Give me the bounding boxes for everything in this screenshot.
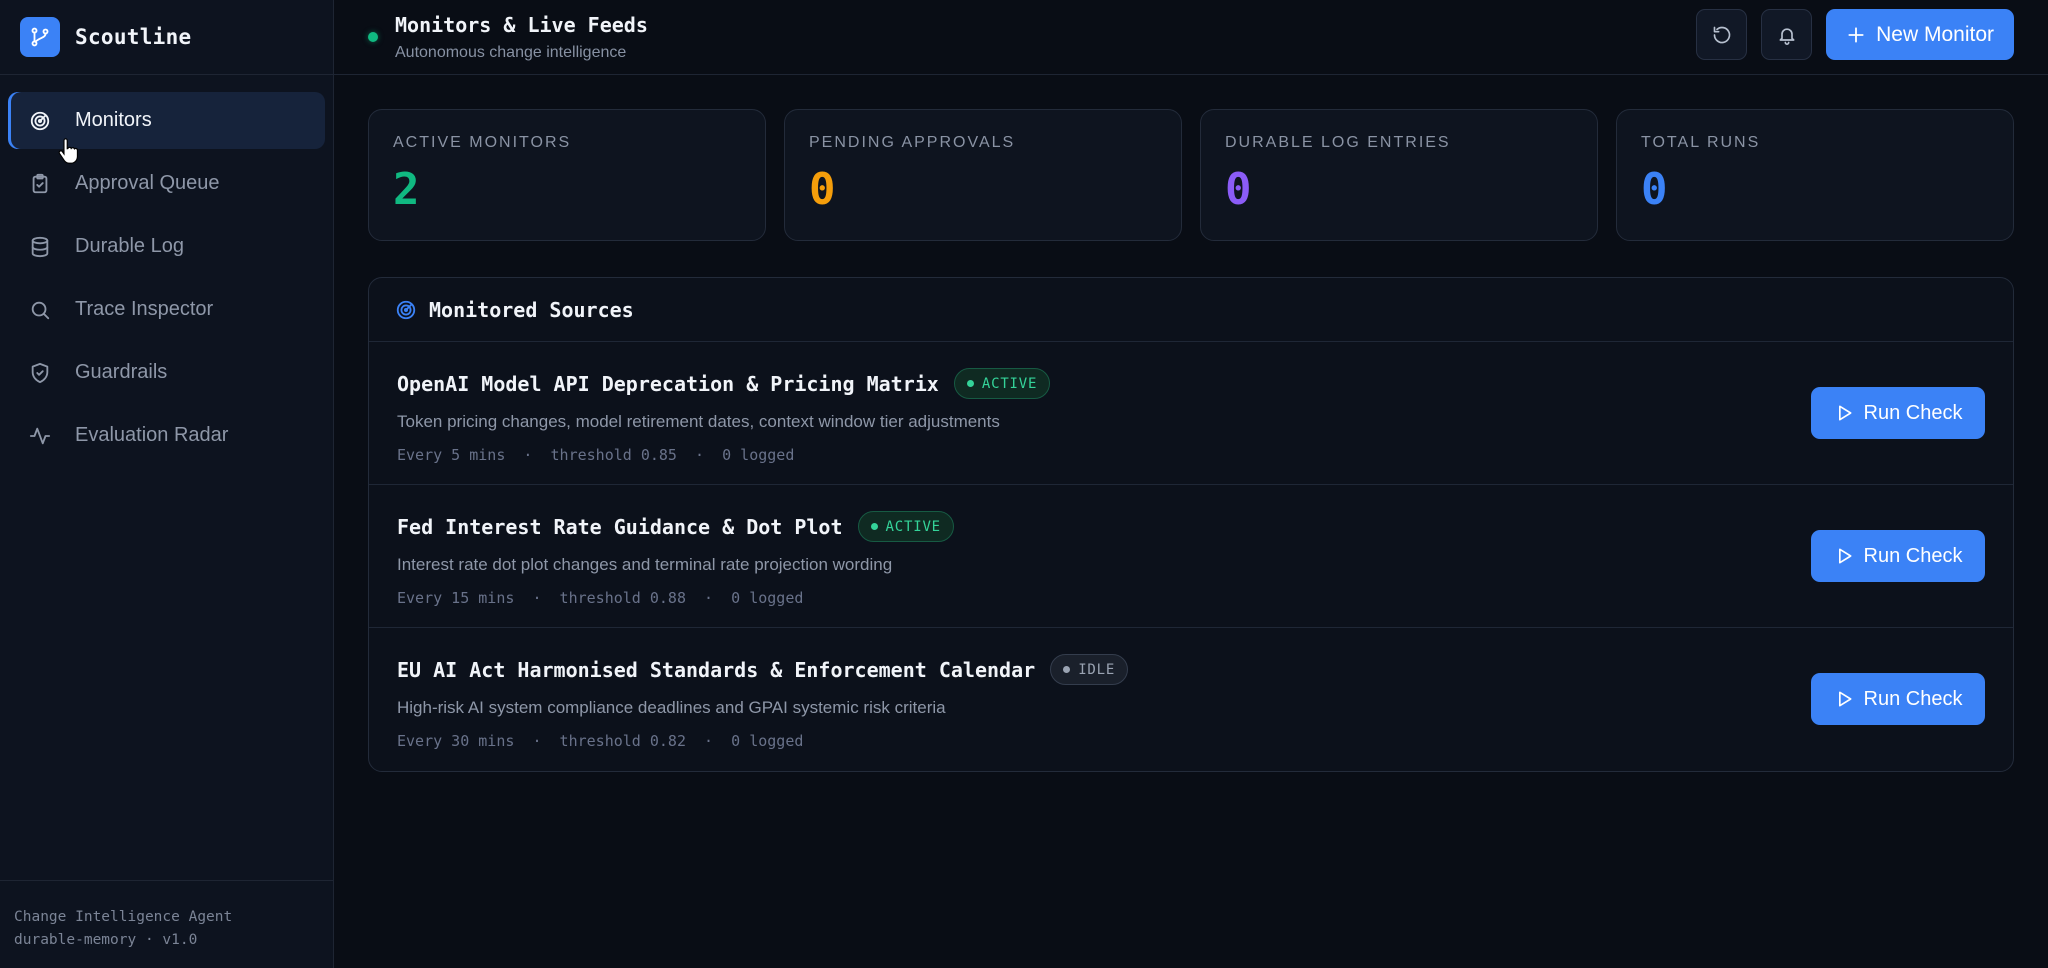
database-icon <box>28 235 52 259</box>
sidebar-item-monitors[interactable]: Monitors <box>8 92 325 149</box>
status-badge: ACTIVE <box>953 368 1051 399</box>
footer-version: durable-memory · v1.0 <box>14 932 198 948</box>
main: Monitors & Live Feeds Autonomous change … <box>334 0 2048 968</box>
monitor-meta: Every 5 mins · threshold 0.85 · 0 logged <box>397 446 795 464</box>
bell-icon <box>1779 27 1795 45</box>
sidebar-item-trace-inspector[interactable]: Trace Inspector <box>8 281 325 338</box>
play-icon <box>1838 548 1852 564</box>
monitor-row: OpenAI Model API Deprecation & Pricing M… <box>369 342 2013 485</box>
monitor-title: EU AI Act Harmonised Standards & Enforce… <box>397 657 1036 682</box>
stat-card-active-monitors: ACTIVE MONITORS 2 <box>368 109 766 241</box>
plus-icon <box>1848 26 1864 43</box>
radar-icon <box>396 300 416 319</box>
sidebar-item-label: Durable Log <box>75 235 184 257</box>
sidebar-nav: Monitors Approval Queue Durable Log Trac… <box>0 75 333 470</box>
monitor-description: Interest rate dot plot changes and termi… <box>397 555 893 574</box>
refresh-icon <box>1713 26 1730 43</box>
activity-icon <box>28 424 52 448</box>
monitor-title: OpenAI Model API Deprecation & Pricing M… <box>397 371 939 396</box>
topbar: Monitors & Live Feeds Autonomous change … <box>334 0 2048 75</box>
sidebar-item-label: Guardrails <box>75 361 168 383</box>
stat-label: TOTAL RUNS <box>1641 134 1761 151</box>
panel-header: Monitored Sources <box>369 278 2013 342</box>
sidebar: Scoutline Monitors Approval Queue Durabl… <box>0 0 334 968</box>
page-title: Monitors & Live Feeds <box>395 12 648 37</box>
app-name: Scoutline <box>75 25 192 49</box>
sidebar-item-label: Monitors <box>75 109 152 131</box>
monitor-title: Fed Interest Rate Guidance & Dot Plot <box>397 514 843 539</box>
stat-value: 0 <box>1641 164 1668 215</box>
monitor-description: Token pricing changes, model retirement … <box>397 412 1000 431</box>
sidebar-item-durable-log[interactable]: Durable Log <box>8 218 325 275</box>
content: ACTIVE MONITORS 2 PENDING APPROVALS 0 DU… <box>334 75 2048 772</box>
monitor-row: Fed Interest Rate Guidance & Dot Plot AC… <box>369 485 2013 628</box>
sidebar-item-guardrails[interactable]: Guardrails <box>8 344 325 401</box>
status-badge: IDLE <box>1050 654 1129 685</box>
monitor-meta: Every 30 mins · threshold 0.82 · 0 logge… <box>397 732 804 750</box>
shield-check-icon <box>28 361 52 385</box>
monitored-sources-panel: Monitored Sources OpenAI Model API Depre… <box>368 277 2014 772</box>
run-check-label: Run Check <box>1863 401 1963 424</box>
sidebar-item-label: Approval Queue <box>75 172 220 194</box>
new-monitor-button[interactable]: New Monitor <box>1826 9 2014 60</box>
play-icon <box>1838 691 1852 707</box>
sidebar-item-approval-queue[interactable]: Approval Queue <box>8 155 325 212</box>
page-subtitle: Autonomous change intelligence <box>395 43 627 61</box>
run-check-label: Run Check <box>1863 687 1963 710</box>
sidebar-item-evaluation-radar[interactable]: Evaluation Radar <box>8 407 325 464</box>
sidebar-item-label: Trace Inspector <box>75 298 214 320</box>
refresh-button[interactable] <box>1696 9 1748 60</box>
new-monitor-label: New Monitor <box>1876 22 1994 46</box>
monitor-meta: Every 15 mins · threshold 0.88 · 0 logge… <box>397 589 804 607</box>
monitor-row: EU AI Act Harmonised Standards & Enforce… <box>369 628 2013 771</box>
live-status-dot <box>368 32 378 42</box>
git-branch-icon <box>20 17 60 57</box>
radar-icon <box>28 109 52 133</box>
brand: Scoutline <box>0 0 333 75</box>
run-check-button[interactable]: Run Check <box>1811 530 1985 582</box>
stat-card-durable-log-entries: DURABLE LOG ENTRIES 0 <box>1200 109 1598 241</box>
status-badge: ACTIVE <box>857 511 954 542</box>
run-check-label: Run Check <box>1863 544 1963 567</box>
stat-value: 0 <box>809 164 836 215</box>
clipboard-check-icon <box>28 172 52 196</box>
notifications-button[interactable] <box>1761 9 1813 60</box>
search-icon <box>28 298 52 322</box>
footer-agent-name: Change Intelligence Agent <box>14 909 233 925</box>
stats-row: ACTIVE MONITORS 2 PENDING APPROVALS 0 DU… <box>368 109 2014 241</box>
sidebar-item-label: Evaluation Radar <box>75 424 229 446</box>
stat-card-pending-approvals: PENDING APPROVALS 0 <box>784 109 1182 241</box>
run-check-button[interactable]: Run Check <box>1811 387 1985 439</box>
monitor-description: High-risk AI system compliance deadlines… <box>397 698 946 717</box>
stat-label: ACTIVE MONITORS <box>393 134 572 151</box>
panel-title: Monitored Sources <box>429 297 634 322</box>
play-icon <box>1838 405 1852 421</box>
run-check-button[interactable]: Run Check <box>1811 673 1985 725</box>
sidebar-footer: Change Intelligence Agent durable-memory… <box>0 880 333 968</box>
stat-label: DURABLE LOG ENTRIES <box>1225 134 1451 151</box>
stat-value: 0 <box>1225 164 1252 215</box>
hand-cursor-icon <box>58 138 78 164</box>
stat-card-total-runs: TOTAL RUNS 0 <box>1616 109 2014 241</box>
stat-label: PENDING APPROVALS <box>809 134 1016 151</box>
stat-value: 2 <box>393 164 420 215</box>
